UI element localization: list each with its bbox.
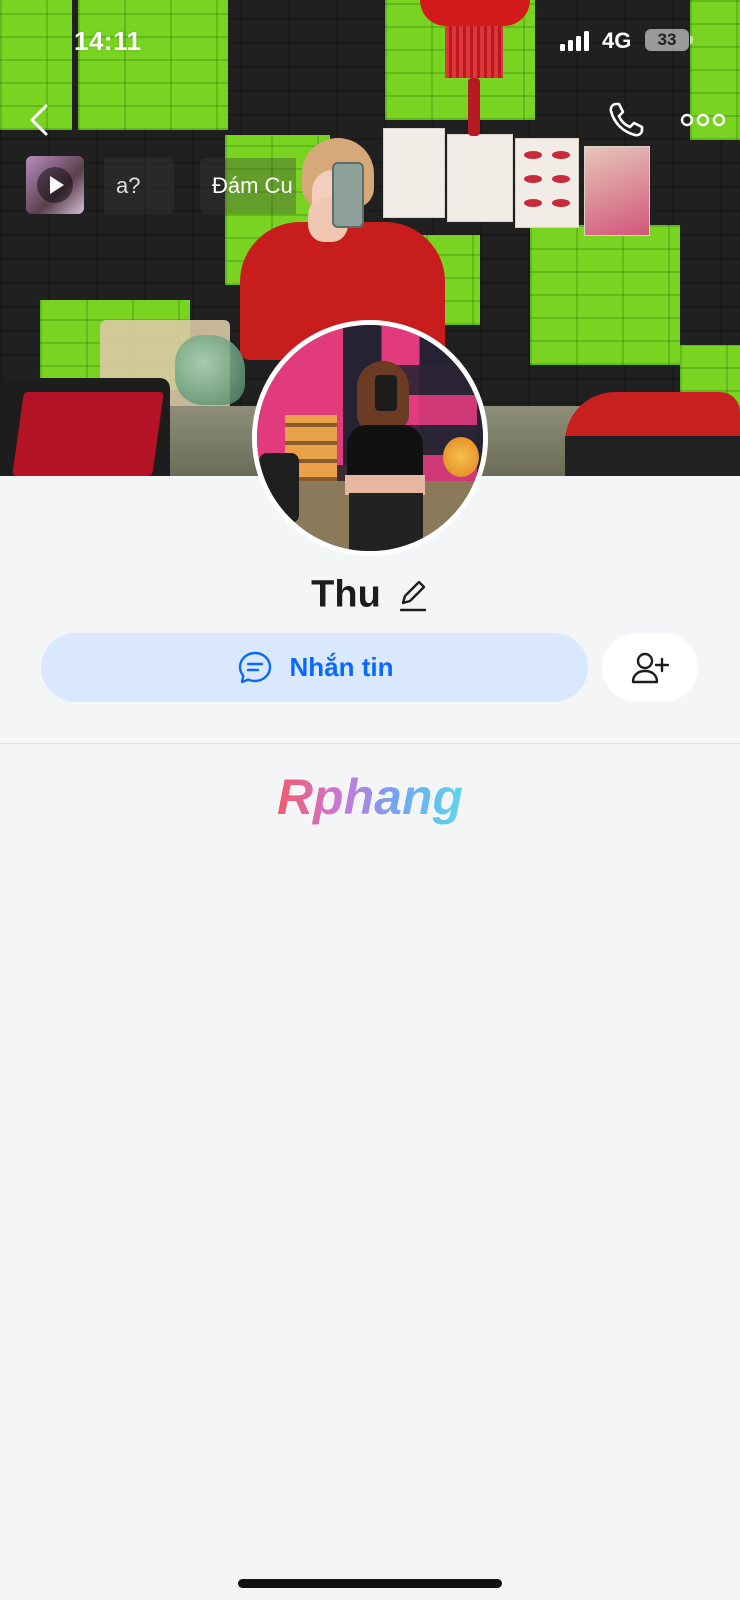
cover-poster xyxy=(447,134,513,222)
cover-chair xyxy=(565,392,740,476)
watermark-logo-graphic: Rphang xyxy=(276,768,464,826)
chat-bubble-icon xyxy=(238,651,271,683)
story-thumbnail[interactable] xyxy=(26,156,84,214)
cover-chair xyxy=(0,378,170,476)
watermark-text: Rphang xyxy=(277,769,463,825)
status-bar: 14:11 4G 33 xyxy=(0,0,740,86)
cover-bag xyxy=(175,335,245,405)
add-user-icon xyxy=(631,652,670,683)
profile-name: Thu xyxy=(311,573,381,616)
home-indicator[interactable] xyxy=(238,1579,502,1588)
call-button[interactable] xyxy=(604,98,648,142)
cover-poster xyxy=(584,146,650,236)
watermark-logo: Rphang xyxy=(0,768,740,832)
story-item[interactable]: Đám Cu xyxy=(200,158,296,214)
profile-page: 14:11 4G 33 a? Đám Cu Thu Nhắn tin Rphan… xyxy=(0,0,740,1600)
battery-icon: 33 xyxy=(645,29,693,51)
more-dots-icon xyxy=(680,113,726,127)
more-button[interactable] xyxy=(680,104,726,136)
pencil-icon xyxy=(399,580,427,612)
story-item[interactable]: a? xyxy=(104,158,174,214)
status-time: 14:11 xyxy=(74,26,142,56)
avatar[interactable] xyxy=(252,320,488,556)
signal-icon xyxy=(560,31,590,51)
cover-poster xyxy=(515,138,579,228)
message-button[interactable]: Nhắn tin xyxy=(41,633,588,702)
profile-name-row: Thu xyxy=(0,572,740,616)
edit-name-button[interactable] xyxy=(397,577,429,613)
phone-icon xyxy=(609,102,644,137)
lantern-cord xyxy=(468,78,480,136)
battery-level: 33 xyxy=(657,30,677,49)
chevron-left-icon xyxy=(30,104,48,136)
network-type: 4G xyxy=(602,28,632,53)
section-divider xyxy=(0,743,740,744)
add-friend-button[interactable] xyxy=(602,633,698,702)
message-button-label: Nhắn tin xyxy=(289,652,394,682)
back-button[interactable] xyxy=(22,98,58,142)
play-icon xyxy=(37,167,73,203)
cover-tile xyxy=(530,225,680,365)
story-row: a? Đám Cu xyxy=(26,156,296,216)
